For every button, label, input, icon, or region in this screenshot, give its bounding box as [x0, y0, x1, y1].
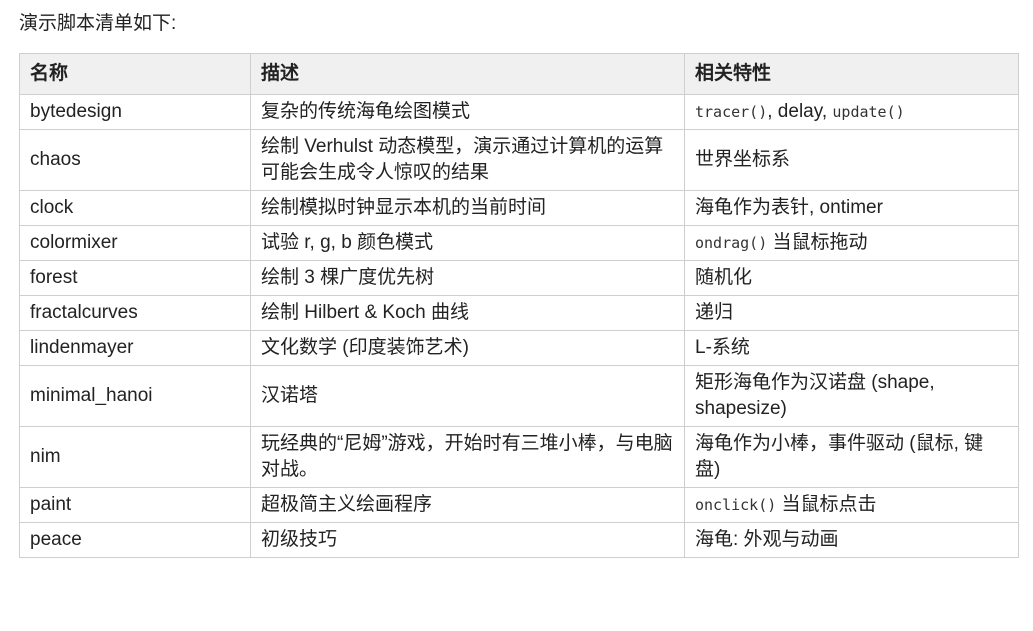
feature-code: onclick()	[695, 496, 777, 514]
cell-description: 绘制 3 棵广度优先树	[250, 260, 685, 296]
cell-description: 绘制模拟时钟显示本机的当前时间	[250, 190, 685, 226]
table-row: lindenmayer 文化数学 (印度装饰艺术) L-系统	[19, 330, 1019, 366]
cell-features: onclick() 当鼠标点击	[684, 487, 1019, 523]
table-row: peace 初级技巧 海龟: 外观与动画	[19, 522, 1019, 558]
table-row: paint 超极简主义绘画程序 onclick() 当鼠标点击	[19, 487, 1019, 523]
table-row: colormixer 试验 r, g, b 颜色模式 ondrag() 当鼠标拖动	[19, 225, 1019, 261]
intro-text: 演示脚本清单如下:	[19, 13, 177, 34]
cell-description: 试验 r, g, b 颜色模式	[250, 225, 685, 261]
feature-text: 世界坐标系	[695, 149, 791, 170]
feature-code: ondrag()	[695, 234, 768, 252]
header-name: 名称	[19, 53, 251, 95]
cell-features: 递归	[684, 295, 1019, 331]
cell-name: lindenmayer	[19, 330, 251, 366]
feature-code: update()	[832, 103, 905, 121]
feature-text: 海龟作为表针, ontimer	[695, 197, 883, 218]
feature-text: 当鼠标拖动	[767, 232, 868, 253]
table-row: chaos 绘制 Verhulst 动态模型，演示通过计算机的运算可能会生成令人惊…	[19, 129, 1019, 191]
cell-name: nim	[19, 426, 251, 488]
feature-code: tracer()	[695, 103, 768, 121]
cell-features: tracer(), delay, update()	[684, 94, 1019, 130]
cell-name: bytedesign	[19, 94, 251, 130]
cell-description: 文化数学 (印度装饰艺术)	[250, 330, 685, 366]
table-header-row: 名称 描述 相关特性	[19, 53, 1019, 95]
feature-text: 递归	[695, 302, 734, 323]
feature-text: 随机化	[695, 267, 753, 288]
header-description: 描述	[250, 53, 685, 95]
cell-description: 初级技巧	[250, 522, 685, 558]
cell-features: 海龟: 外观与动画	[684, 522, 1019, 558]
table-row: clock 绘制模拟时钟显示本机的当前时间 海龟作为表针, ontimer	[19, 190, 1019, 226]
table-row: minimal_hanoi 汉诺塔 矩形海龟作为汉诺盘 (shape, shapes…	[19, 365, 1019, 427]
cell-description: 复杂的传统海龟绘图模式	[250, 94, 685, 130]
cell-features: L-系统	[684, 330, 1019, 366]
feature-text: L-系统	[695, 337, 750, 358]
cell-name: clock	[19, 190, 251, 226]
cell-name: fractalcurves	[19, 295, 251, 331]
table-row: forest 绘制 3 棵广度优先树 随机化	[19, 260, 1019, 296]
feature-text: , delay,	[767, 101, 833, 122]
table-row: nim 玩经典的“尼姆”游戏，开始时有三堆小棒，与电脑对战。 海龟作为小棒，事件驱动…	[19, 426, 1019, 488]
cell-description: 玩经典的“尼姆”游戏，开始时有三堆小棒，与电脑对战。	[250, 426, 685, 488]
cell-features: 世界坐标系	[684, 129, 1019, 191]
feature-text: 当鼠标点击	[776, 494, 877, 515]
cell-features: 矩形海龟作为汉诺盘 (shape, shapesize)	[684, 365, 1019, 427]
cell-name: peace	[19, 522, 251, 558]
cell-features: 随机化	[684, 260, 1019, 296]
cell-features: 海龟作为小棒，事件驱动 (鼠标, 键盘)	[684, 426, 1019, 488]
table-row: bytedesign 复杂的传统海龟绘图模式 tracer(), delay, up…	[19, 94, 1019, 130]
feature-text: 矩形海龟作为汉诺盘 (shape, shapesize)	[695, 372, 940, 419]
cell-name: chaos	[19, 129, 251, 191]
cell-name: minimal_hanoi	[19, 365, 251, 427]
cell-name: forest	[19, 260, 251, 296]
feature-text: 海龟: 外观与动画	[695, 529, 839, 550]
table-row: fractalcurves 绘制 Hilbert & Koch 曲线 递归	[19, 295, 1019, 331]
feature-text: 海龟作为小棒，事件驱动 (鼠标, 键盘)	[695, 433, 984, 480]
cell-name: paint	[19, 487, 251, 523]
cell-features: ondrag() 当鼠标拖动	[684, 225, 1019, 261]
cell-description: 汉诺塔	[250, 365, 685, 427]
cell-features: 海龟作为表针, ontimer	[684, 190, 1019, 226]
cell-description: 绘制 Verhulst 动态模型，演示通过计算机的运算可能会生成令人惊叹的结果	[250, 129, 685, 191]
cell-description: 超极简主义绘画程序	[250, 487, 685, 523]
demo-scripts-table: 名称 描述 相关特性 bytedesign 复杂的传统海龟绘图模式 tracer()…	[19, 53, 1019, 558]
cell-description: 绘制 Hilbert & Koch 曲线	[250, 295, 685, 331]
cell-name: colormixer	[19, 225, 251, 261]
header-features: 相关特性	[684, 53, 1019, 95]
